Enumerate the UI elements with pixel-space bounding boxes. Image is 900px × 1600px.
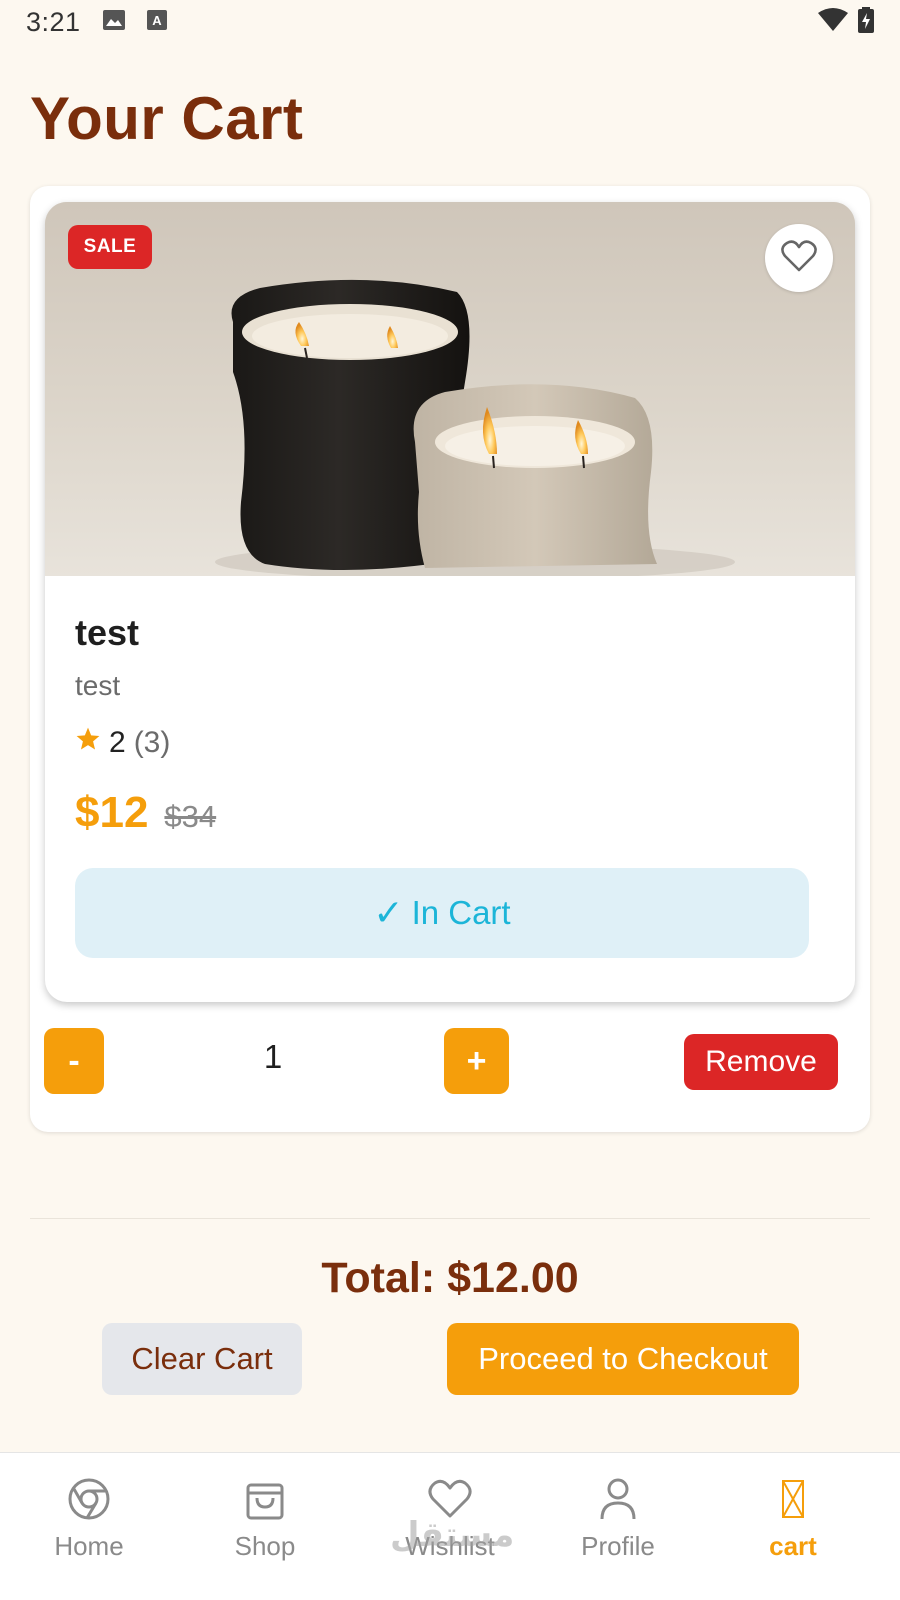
price-current: $12 <box>75 788 149 837</box>
heart-icon <box>428 1473 472 1525</box>
check-icon: ✓ <box>373 892 404 933</box>
wifi-icon <box>818 7 848 37</box>
shopping-bag-icon <box>245 1473 285 1525</box>
wishlist-toggle-button[interactable] <box>765 224 833 292</box>
nav-item-shop[interactable]: Shop <box>195 1473 335 1583</box>
star-icon <box>75 726 101 760</box>
rating-row: 2 (3) <box>75 726 170 760</box>
nav-label-wishlist: Wishlist <box>405 1531 495 1561</box>
svg-text:A: A <box>152 13 162 28</box>
nav-label-shop: Shop <box>234 1531 296 1561</box>
battery-charging-icon <box>858 6 874 38</box>
cart-item-card: SALE test test 2 (3) $12 $34 ✓ In Cart -… <box>30 186 870 1132</box>
bottom-nav: Home Shop Wishlist Profile cart مستقل <box>0 1452 900 1600</box>
heart-outline-icon <box>781 239 817 277</box>
page-title: Your Cart <box>30 85 304 152</box>
cart-icon <box>781 1473 805 1525</box>
in-cart-label: In Cart <box>411 894 511 931</box>
quantity-increase-button[interactable]: + <box>444 1028 509 1094</box>
font-a-icon: A <box>146 9 167 35</box>
product-name: test <box>75 612 140 653</box>
price-original: $34 <box>164 799 217 834</box>
status-bar: 3:21 A <box>0 0 900 44</box>
checkout-button[interactable]: Proceed to Checkout <box>447 1323 799 1395</box>
cart-total: Total: $12.00 <box>321 1254 579 1302</box>
quantity-value: 1 <box>263 1038 283 1075</box>
in-cart-button[interactable]: ✓ In Cart <box>75 868 809 958</box>
product-card[interactable]: SALE test test 2 (3) $12 $34 ✓ In Cart <box>45 202 855 1002</box>
chrome-icon <box>67 1473 111 1525</box>
rating-value: 2 <box>109 726 126 759</box>
product-description: test <box>75 670 121 701</box>
quantity-decrease-button[interactable]: - <box>44 1028 104 1094</box>
user-icon <box>598 1473 638 1525</box>
nav-label-profile: Profile <box>581 1531 655 1561</box>
summary-divider <box>30 1218 870 1219</box>
clear-cart-button[interactable]: Clear Cart <box>102 1323 302 1395</box>
rating-count: (3) <box>133 726 171 759</box>
sale-badge: SALE <box>68 225 152 269</box>
price-row: $12 $34 <box>75 788 216 838</box>
nav-item-home[interactable]: Home <box>19 1473 159 1583</box>
status-time: 3:21 <box>26 6 81 37</box>
product-image: SALE <box>45 202 855 576</box>
candles-illustration <box>45 202 855 576</box>
nav-label-home: Home <box>54 1531 124 1561</box>
nav-item-wishlist[interactable]: Wishlist <box>380 1473 520 1583</box>
remove-item-button[interactable]: Remove <box>684 1034 838 1090</box>
nav-label-cart: cart <box>769 1531 817 1561</box>
nav-item-profile[interactable]: Profile <box>548 1473 688 1583</box>
nav-item-cart[interactable]: cart <box>723 1473 863 1583</box>
image-icon <box>102 9 125 35</box>
